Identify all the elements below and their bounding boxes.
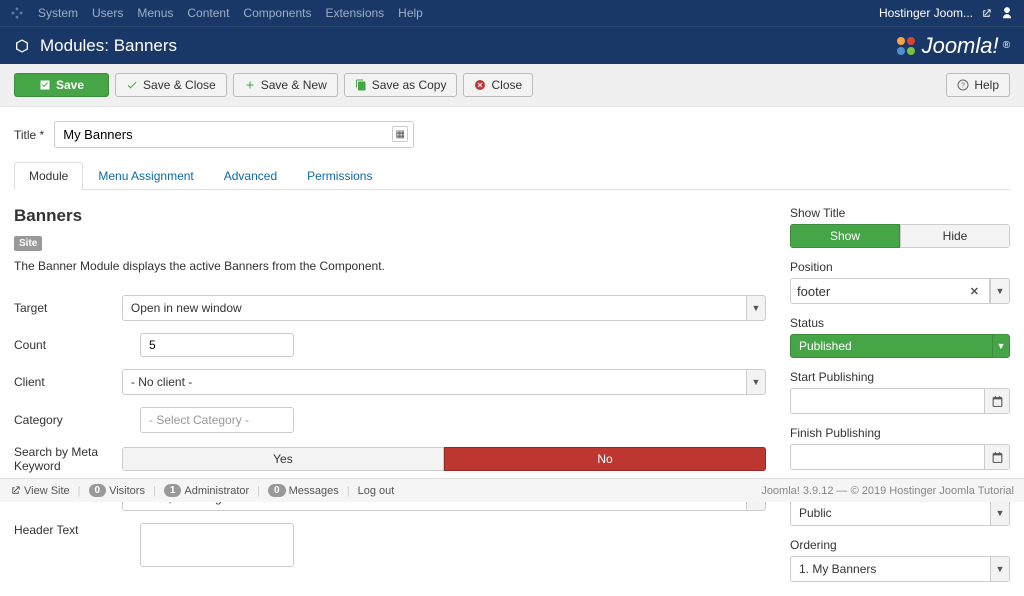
nav-system[interactable]: System [38, 6, 78, 20]
help-button[interactable]: ? Help [946, 73, 1010, 97]
header-text-label: Header Text [14, 523, 140, 537]
start-publishing-label: Start Publishing [790, 370, 1010, 384]
top-nav: System Users Menus Content Components Ex… [0, 0, 1024, 26]
page-title: Modules: Banners [40, 36, 177, 56]
chevron-down-icon[interactable]: ▼ [990, 500, 1010, 526]
calendar-icon[interactable] [984, 444, 1010, 470]
status-select[interactable]: Published [790, 334, 992, 358]
finish-publishing-label: Finish Publishing [790, 426, 1010, 440]
toolbar: Save Save & Close Save & New Save as Cop… [0, 64, 1024, 107]
tab-permissions[interactable]: Permissions [292, 162, 387, 189]
tab-advanced[interactable]: Advanced [209, 162, 292, 189]
category-label: Category [14, 413, 140, 427]
title-insert-icon[interactable]: ▦ [392, 126, 408, 142]
access-select[interactable]: Public [790, 500, 990, 526]
logout-link[interactable]: Log out [358, 485, 395, 497]
site-name[interactable]: Hostinger Joom... [879, 6, 973, 20]
meta-label: Search by Meta Keyword [14, 445, 122, 473]
view-site-link[interactable]: View Site [10, 485, 70, 497]
copy-icon [355, 79, 367, 91]
module-description: The Banner Module displays the active Ba… [14, 259, 766, 273]
user-icon[interactable] [1000, 6, 1014, 20]
save-copy-button[interactable]: Save as Copy [344, 73, 458, 97]
nav-extensions[interactable]: Extensions [325, 6, 384, 20]
version-info: Joomla! 3.9.12 — © 2019 Hostinger Joomla… [761, 485, 1014, 497]
save-close-button[interactable]: Save & Close [115, 73, 227, 97]
joomla-brand[interactable]: Joomla!® [894, 33, 1010, 59]
question-icon: ? [957, 79, 969, 91]
chevron-down-icon[interactable]: ▼ [990, 278, 1010, 304]
count-input[interactable] [140, 333, 294, 357]
category-select[interactable]: - Select Category - [140, 407, 294, 433]
close-icon [474, 79, 486, 91]
status-label: Status [790, 316, 1010, 330]
tab-menu-assignment[interactable]: Menu Assignment [83, 162, 208, 189]
nav-menus[interactable]: Menus [137, 6, 173, 20]
chevron-down-icon[interactable]: ▼ [992, 334, 1010, 358]
title-input[interactable] [54, 121, 414, 148]
module-heading: Banners [14, 206, 766, 226]
tab-module[interactable]: Module [14, 162, 83, 190]
page-header: Modules: Banners Joomla!® [0, 26, 1024, 64]
start-publishing-input[interactable] [790, 388, 984, 414]
chevron-down-icon[interactable]: ▼ [990, 556, 1010, 582]
top-nav-menus: System Users Menus Content Components Ex… [10, 6, 423, 20]
show-button[interactable]: Show [790, 224, 900, 248]
ordering-label: Ordering [790, 538, 1010, 552]
meta-yes-button[interactable]: Yes [122, 447, 444, 471]
plus-icon [244, 79, 256, 91]
tabs: Module Menu Assignment Advanced Permissi… [14, 162, 1010, 190]
nav-components[interactable]: Components [243, 6, 311, 20]
check-icon [126, 79, 138, 91]
position-select[interactable]: footer ✕ [790, 278, 990, 304]
show-title-label: Show Title [790, 206, 1010, 220]
svg-text:?: ? [961, 83, 965, 90]
header-text-input[interactable] [140, 523, 294, 567]
nav-content[interactable]: Content [187, 6, 229, 20]
save-button[interactable]: Save [14, 73, 109, 97]
chevron-down-icon[interactable]: ▼ [746, 369, 766, 395]
client-label: Client [14, 375, 122, 389]
visitors-link[interactable]: 0 Visitors [89, 484, 145, 497]
ordering-select[interactable]: 1. My Banners [790, 556, 990, 582]
nav-help[interactable]: Help [398, 6, 423, 20]
finish-publishing-input[interactable] [790, 444, 984, 470]
save-new-button[interactable]: Save & New [233, 73, 338, 97]
count-label: Count [14, 338, 140, 352]
hide-button[interactable]: Hide [900, 224, 1010, 248]
client-select[interactable]: - No client - [122, 369, 746, 395]
site-badge: Site [14, 236, 42, 251]
messages-link[interactable]: 0 Messages [268, 484, 339, 497]
chevron-down-icon[interactable]: ▼ [746, 295, 766, 321]
target-select[interactable]: Open in new window [122, 295, 746, 321]
nav-users[interactable]: Users [92, 6, 123, 20]
clear-icon[interactable]: ✕ [970, 285, 979, 298]
close-button[interactable]: Close [463, 73, 533, 97]
target-label: Target [14, 301, 122, 315]
external-link-icon[interactable] [981, 8, 992, 19]
module-icon [14, 38, 30, 54]
check-icon [39, 79, 51, 91]
calendar-icon[interactable] [984, 388, 1010, 414]
external-link-icon [10, 485, 21, 496]
status-bar: View Site | 0 Visitors | 1 Administrator… [0, 478, 1024, 502]
position-label: Position [790, 260, 1010, 274]
joomla-icon [10, 6, 24, 20]
administrator-link[interactable]: 1 Administrator [164, 484, 249, 497]
title-label: Title * [14, 128, 44, 142]
joomla-logo-icon [894, 34, 918, 58]
meta-no-button[interactable]: No [444, 447, 766, 471]
